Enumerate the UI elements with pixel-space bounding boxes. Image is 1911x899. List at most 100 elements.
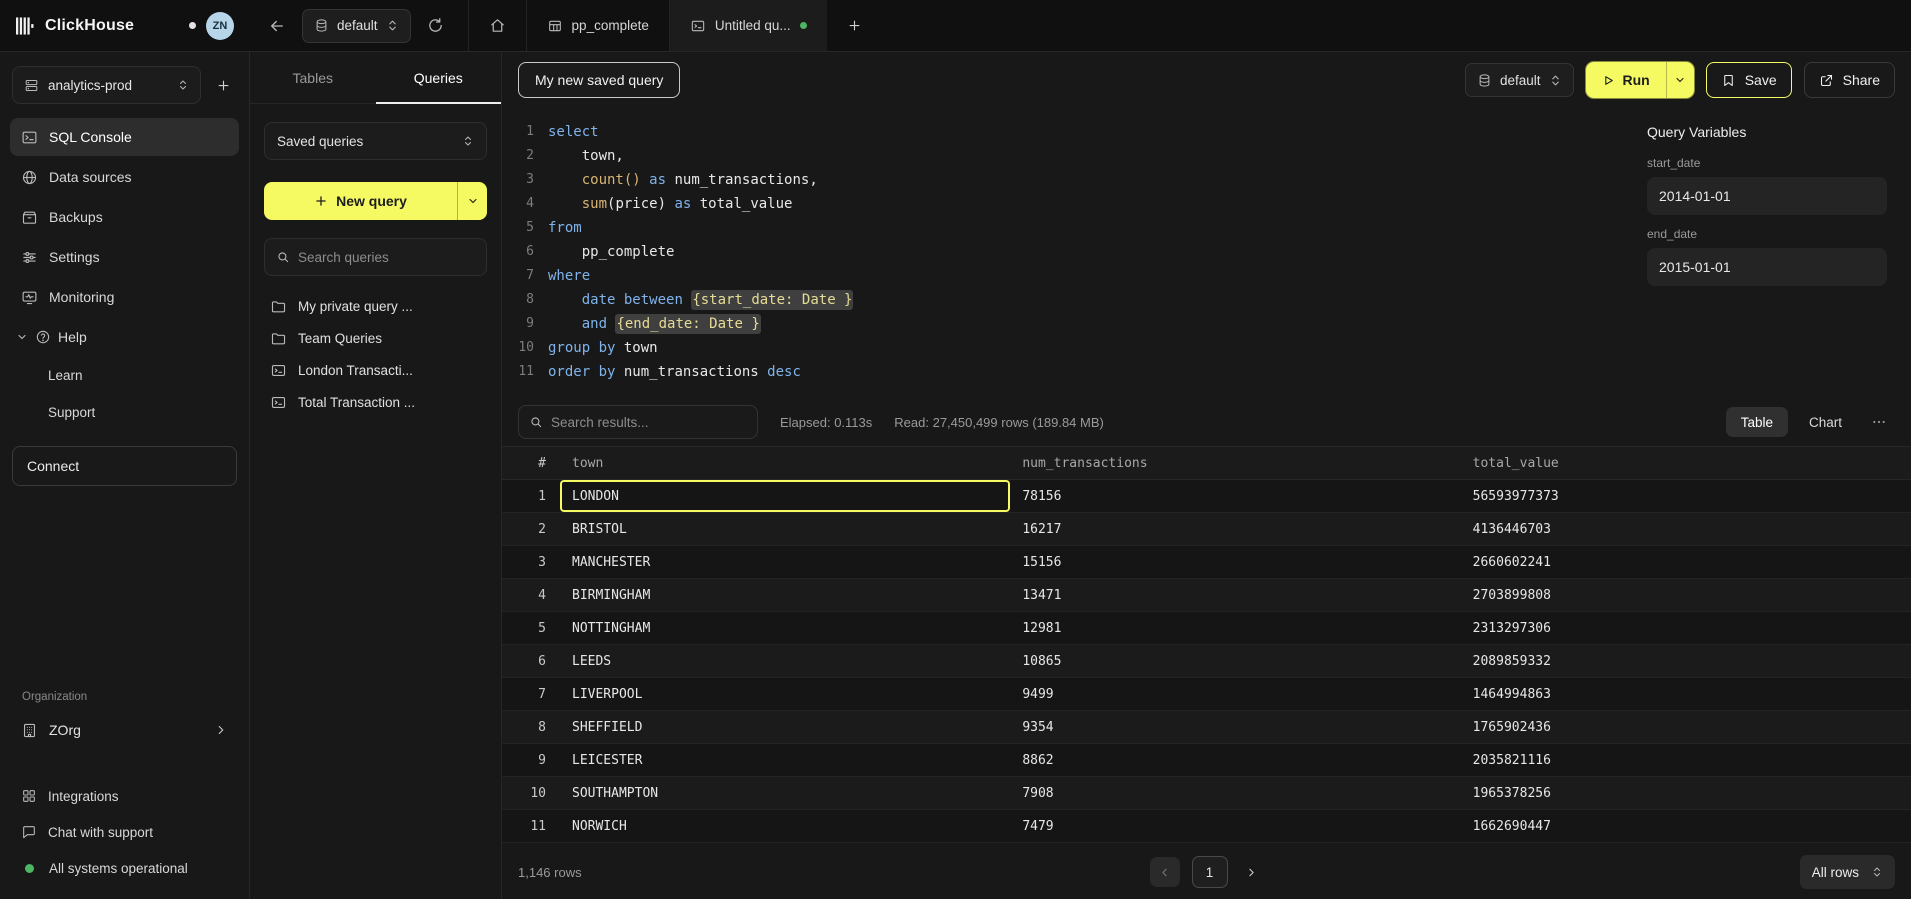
avatar[interactable]: ZN xyxy=(206,12,234,40)
code-line[interactable]: 4 sum(price) as total_value xyxy=(510,192,1631,216)
sidebar-item-settings[interactable]: Settings xyxy=(10,238,239,276)
current-page-input[interactable]: 1 xyxy=(1192,856,1228,888)
run-button-main[interactable]: Run xyxy=(1586,62,1666,98)
new-query-dropdown[interactable] xyxy=(457,182,487,220)
sidebar-item-learn[interactable]: Learn xyxy=(10,358,239,393)
cell-town[interactable]: NOTTINGHAM xyxy=(560,612,1010,644)
cell-total_value[interactable]: 2313297306 xyxy=(1461,612,1911,644)
tab-queries[interactable]: Queries xyxy=(376,52,502,103)
query-folder-private[interactable]: My private query ... xyxy=(270,298,481,315)
cell-total_value[interactable]: 1965378256 xyxy=(1461,777,1911,809)
cell-town[interactable]: LEEDS xyxy=(560,645,1010,677)
cell-num_transactions[interactable]: 16217 xyxy=(1010,513,1460,545)
rows-filter-select[interactable]: All rows xyxy=(1800,855,1895,889)
cell-num_transactions[interactable]: 8862 xyxy=(1010,744,1460,776)
cell-num_transactions[interactable]: 13471 xyxy=(1010,579,1460,611)
search-results-box[interactable] xyxy=(518,405,758,439)
cell-town[interactable]: NORWICH xyxy=(560,810,1010,842)
query-folder-team[interactable]: Team Queries xyxy=(270,330,481,347)
code-line[interactable]: 11order by num_transactions desc xyxy=(510,360,1631,384)
code-line[interactable]: 7where xyxy=(510,264,1631,288)
more-options-icon[interactable] xyxy=(1863,414,1895,430)
sidebar-item-help[interactable]: Help xyxy=(10,318,239,356)
cell-total_value[interactable]: 56593977373 xyxy=(1461,480,1911,512)
search-queries-input[interactable] xyxy=(298,250,475,265)
cell-town[interactable]: LIVERPOOL xyxy=(560,678,1010,710)
cell-total_value[interactable]: 2089859332 xyxy=(1461,645,1911,677)
cell-num_transactions[interactable]: 12981 xyxy=(1010,612,1460,644)
start-date-input[interactable] xyxy=(1647,177,1887,215)
tab-pp-complete[interactable]: pp_complete xyxy=(526,0,669,51)
back-arrow-icon[interactable] xyxy=(268,17,286,35)
sidebar-item-monitoring[interactable]: Monitoring xyxy=(10,278,239,316)
code-line[interactable]: 8 date between {start_date: Date } xyxy=(510,288,1631,312)
cell-town[interactable]: LONDON xyxy=(560,480,1010,512)
topbar-database-selector[interactable]: default xyxy=(302,9,411,43)
query-title-chip[interactable]: My new saved query xyxy=(518,62,680,98)
tab-tables[interactable]: Tables xyxy=(250,52,376,103)
sidebar-item-integrations[interactable]: Integrations xyxy=(10,779,239,813)
cell-num_transactions[interactable]: 10865 xyxy=(1010,645,1460,677)
editor-database-selector[interactable]: default xyxy=(1465,63,1574,97)
search-queries-box[interactable] xyxy=(264,238,487,276)
cell-total_value[interactable]: 2703899808 xyxy=(1461,579,1911,611)
sidebar-item-data-sources[interactable]: Data sources xyxy=(10,158,239,196)
sidebar-item-sql-console[interactable]: SQL Console xyxy=(10,118,239,156)
table-view-button[interactable]: Table xyxy=(1726,407,1788,437)
cell-town[interactable]: BIRMINGHAM xyxy=(560,579,1010,611)
code-line[interactable]: 9 and {end_date: Date } xyxy=(510,312,1631,336)
cell-num_transactions[interactable]: 7479 xyxy=(1010,810,1460,842)
sidebar-item-backups[interactable]: Backups xyxy=(10,198,239,236)
code-line[interactable]: 3 count() as num_transactions, xyxy=(510,168,1631,192)
cell-total_value[interactable]: 4136446703 xyxy=(1461,513,1911,545)
cell-town[interactable]: BRISTOL xyxy=(560,513,1010,545)
cell-total_value[interactable]: 1662690447 xyxy=(1461,810,1911,842)
chart-view-button[interactable]: Chart xyxy=(1794,407,1857,437)
query-item-london[interactable]: London Transacti... xyxy=(270,362,481,379)
sql-editor[interactable]: 1select2 town,3 count() as num_transacti… xyxy=(502,108,1631,398)
run-button[interactable]: Run xyxy=(1586,62,1694,98)
organization-selector[interactable]: ZOrg xyxy=(10,711,239,749)
search-results-input[interactable] xyxy=(551,415,747,430)
code-line[interactable]: 5from xyxy=(510,216,1631,240)
next-page-button[interactable] xyxy=(1240,866,1264,879)
tab-untitled-query[interactable]: Untitled qu... xyxy=(669,0,827,51)
refresh-icon[interactable] xyxy=(427,17,444,34)
code-line[interactable]: 10group by town xyxy=(510,336,1631,360)
prev-page-button[interactable] xyxy=(1150,857,1180,887)
cell-num_transactions[interactable]: 9499 xyxy=(1010,678,1460,710)
column-header-num-transactions[interactable]: num_transactions xyxy=(1010,447,1460,479)
end-date-input[interactable] xyxy=(1647,248,1887,286)
share-button[interactable]: Share xyxy=(1804,62,1895,98)
saved-queries-filter[interactable]: Saved queries xyxy=(264,122,487,160)
new-query-button[interactable]: New query xyxy=(264,182,487,220)
new-tab-button[interactable] xyxy=(827,0,882,51)
code-line[interactable]: 1select xyxy=(510,120,1631,144)
cell-num_transactions[interactable]: 7908 xyxy=(1010,777,1460,809)
tab-home[interactable] xyxy=(468,0,526,51)
cell-total_value[interactable]: 1464994863 xyxy=(1461,678,1911,710)
new-query-main[interactable]: New query xyxy=(264,182,457,220)
sidebar-item-support[interactable]: Support xyxy=(10,395,239,430)
cell-town[interactable]: SHEFFIELD xyxy=(560,711,1010,743)
code-line[interactable]: 2 town, xyxy=(510,144,1631,168)
code-line[interactable]: 6 pp_complete xyxy=(510,240,1631,264)
cell-total_value[interactable]: 1765902436 xyxy=(1461,711,1911,743)
cell-num_transactions[interactable]: 15156 xyxy=(1010,546,1460,578)
connect-button[interactable]: Connect xyxy=(12,446,237,486)
cell-total_value[interactable]: 2660602241 xyxy=(1461,546,1911,578)
save-button[interactable]: Save xyxy=(1706,62,1792,98)
query-item-total[interactable]: Total Transaction ... xyxy=(270,394,481,411)
column-header-total-value[interactable]: total_value xyxy=(1461,447,1911,479)
workspace-selector[interactable]: analytics-prod xyxy=(12,66,201,104)
cell-town[interactable]: SOUTHAMPTON xyxy=(560,777,1010,809)
column-header-index[interactable]: # xyxy=(502,447,560,479)
sidebar-item-chat-support[interactable]: Chat with support xyxy=(10,815,239,849)
cell-town[interactable]: MANCHESTER xyxy=(560,546,1010,578)
column-header-town[interactable]: town xyxy=(560,447,1010,479)
cell-total_value[interactable]: 2035821116 xyxy=(1461,744,1911,776)
cell-num_transactions[interactable]: 9354 xyxy=(1010,711,1460,743)
run-options-dropdown[interactable] xyxy=(1666,62,1694,98)
cell-num_transactions[interactable]: 78156 xyxy=(1010,480,1460,512)
system-status[interactable]: All systems operational xyxy=(10,851,239,885)
